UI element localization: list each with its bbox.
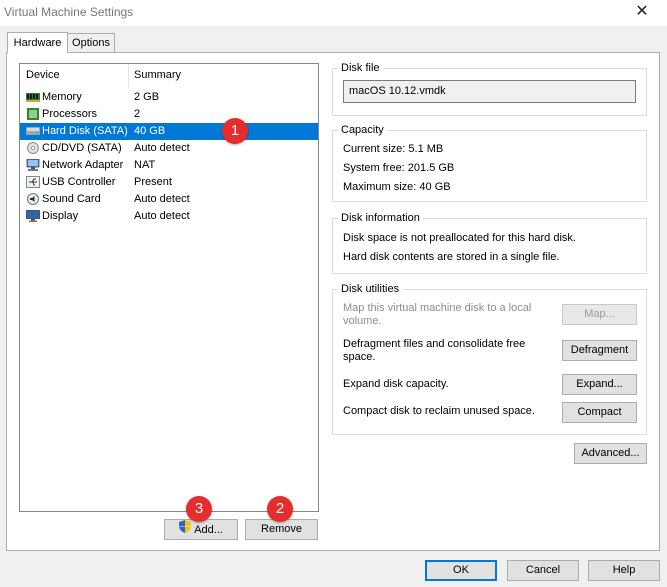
memory-icon: [26, 91, 40, 103]
device-summary: Auto detect: [134, 210, 190, 222]
add-button-label: Add...: [194, 523, 223, 536]
map-button[interactable]: Map...: [562, 304, 637, 325]
device-name: USB Controller: [42, 176, 116, 188]
device-summary: Auto detect: [134, 142, 190, 154]
device-row-network-adapter[interactable]: Network Adapter NAT: [20, 157, 318, 174]
close-icon[interactable]: ✕: [630, 2, 654, 22]
annotation-badge-1: 1: [222, 118, 248, 144]
device-name: Display: [42, 210, 79, 222]
disk-file-legend: Disk file: [338, 62, 383, 74]
device-row-memory[interactable]: Memory 2 GB: [20, 89, 318, 106]
device-column-header[interactable]: Device: [20, 64, 129, 87]
help-button[interactable]: Help: [588, 560, 660, 581]
cd-dvd-icon: [26, 142, 40, 154]
remove-device-button[interactable]: Remove: [245, 519, 318, 540]
defragment-button[interactable]: Defragment: [562, 340, 637, 361]
cancel-button[interactable]: Cancel: [507, 560, 579, 581]
maximum-size-text: Maximum size: 40 GB: [343, 181, 451, 193]
summary-column-header[interactable]: Summary: [129, 64, 318, 87]
device-name: Memory: [42, 91, 82, 103]
device-row-hard-disk[interactable]: Hard Disk (SATA) 40 GB: [20, 123, 318, 140]
device-summary: 40 GB: [134, 125, 166, 137]
disk-information-group: [332, 218, 647, 274]
expand-button[interactable]: Expand...: [562, 374, 637, 395]
sound-card-icon: [26, 193, 40, 205]
disk-file-field[interactable]: macOS 10.12.vmdk: [343, 80, 636, 103]
shield-icon: [179, 520, 192, 540]
device-summary: 2 GB: [134, 91, 160, 103]
device-name: Sound Card: [42, 193, 101, 205]
advanced-button[interactable]: Advanced...: [574, 443, 647, 464]
device-name: Processors: [42, 108, 98, 120]
processor-icon: [26, 108, 40, 120]
ok-button[interactable]: OK: [425, 560, 497, 581]
expand-description: Expand disk capacity.: [343, 378, 449, 390]
annotation-badge-3: 3: [186, 496, 212, 522]
add-device-button[interactable]: Add...: [164, 519, 238, 540]
device-list[interactable]: Device Summary Memory 2 GB Processors 2 …: [19, 63, 319, 512]
display-icon: [26, 210, 40, 222]
device-name: Network Adapter: [42, 159, 124, 171]
device-summary: NAT: [134, 159, 156, 171]
current-size-text: Current size: 5.1 MB: [343, 143, 444, 155]
device-row-display[interactable]: Display Auto detect: [20, 208, 318, 225]
annotation-badge-2: 2: [267, 496, 293, 522]
device-summary: 2: [134, 108, 141, 120]
device-summary: Present: [134, 176, 172, 188]
device-row-sound-card[interactable]: Sound Card Auto detect: [20, 191, 318, 208]
disk-info-line-2: Hard disk contents are stored in a singl…: [343, 251, 560, 263]
tab-options[interactable]: Options: [67, 33, 115, 52]
compact-description: Compact disk to reclaim unused space.: [343, 405, 535, 417]
disk-info-line-1: Disk space is not preallocated for this …: [343, 232, 576, 244]
defragment-description: Defragment files and consolidate free sp…: [343, 338, 526, 363]
device-row-processors[interactable]: Processors 2: [20, 106, 318, 123]
disk-utilities-legend: Disk utilities: [338, 283, 403, 295]
map-description: Map this virtual machine disk to a local…: [343, 302, 532, 327]
tab-hardware[interactable]: Hardware: [7, 32, 68, 53]
device-name: CD/DVD (SATA): [42, 142, 122, 154]
device-name: Hard Disk (SATA): [42, 125, 128, 137]
window-title: Virtual Machine Settings: [4, 5, 134, 19]
device-summary: Auto detect: [134, 193, 190, 205]
compact-button[interactable]: Compact: [562, 402, 637, 423]
network-adapter-icon: [26, 158, 40, 171]
usb-icon: [26, 176, 40, 188]
device-row-cd-dvd[interactable]: CD/DVD (SATA) Auto detect: [20, 140, 318, 157]
system-free-text: System free: 201.5 GB: [343, 162, 455, 174]
capacity-legend: Capacity: [338, 124, 387, 136]
disk-information-legend: Disk information: [338, 212, 423, 224]
hard-disk-icon: [26, 125, 40, 137]
device-row-usb-controller[interactable]: USB Controller Present: [20, 174, 318, 191]
